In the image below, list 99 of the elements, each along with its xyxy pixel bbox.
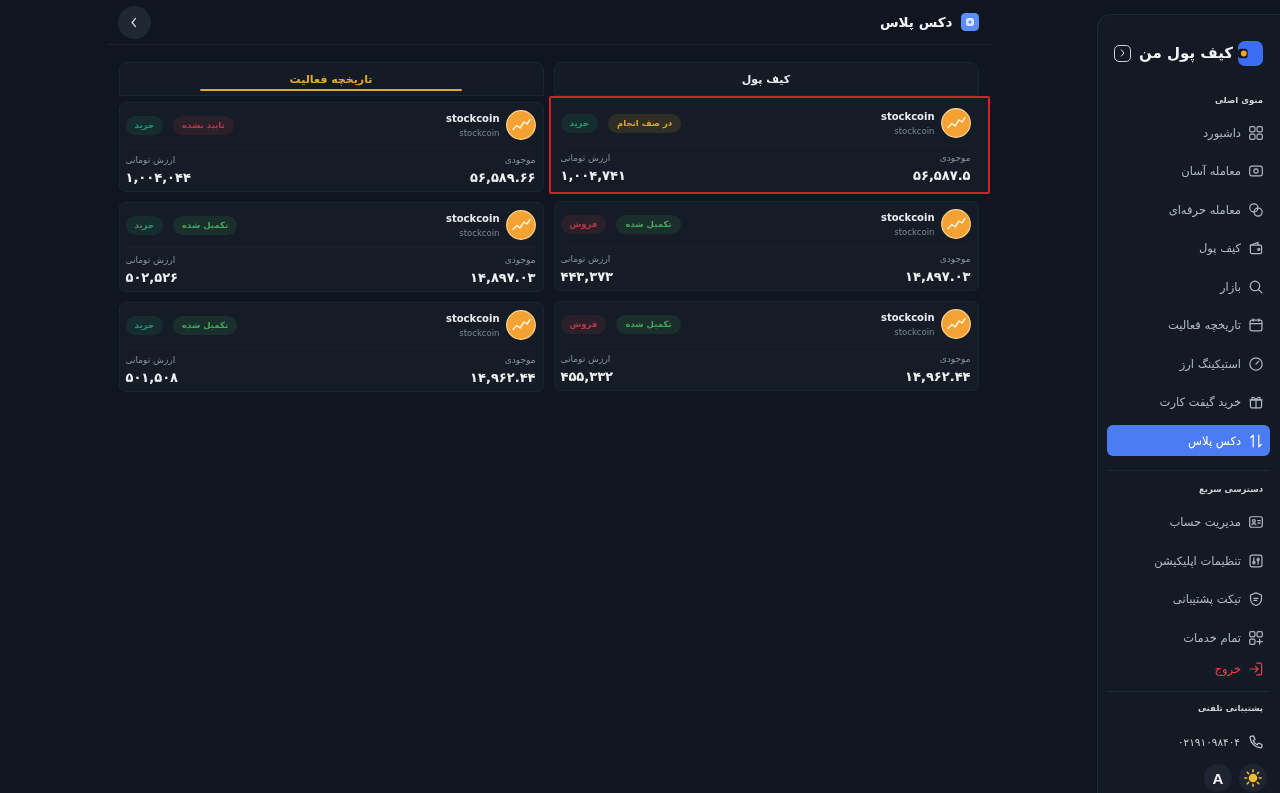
page-title: دکس پلاس xyxy=(880,14,953,30)
balance-value: ۱۴,۸۹۷.۰۳ xyxy=(905,268,971,285)
sliders-icon xyxy=(1249,553,1263,568)
wallet-icon xyxy=(1249,241,1263,255)
balance-value: ۱۴,۹۶۲.۴۴ xyxy=(470,369,536,386)
balance-label: موجودی xyxy=(503,154,536,166)
status-tag: تکمیل شده xyxy=(173,215,238,235)
toman-value: ۴۴۳,۳۷۳ xyxy=(560,268,614,285)
coin-chart-icon xyxy=(505,110,536,140)
chevron-right-icon xyxy=(1120,49,1125,57)
balance-label: موجودی xyxy=(938,353,971,365)
sidebar-toggle-button[interactable] xyxy=(1114,44,1131,62)
side-tag: خرید xyxy=(125,315,163,335)
nav-item[interactable]: استیکینگ ارز xyxy=(1107,348,1270,379)
status-tag: تکمیل شده xyxy=(173,315,238,335)
nav-item[interactable]: تنظیمات اپلیکیشن xyxy=(1107,545,1270,576)
coin-symbol: stockcoin xyxy=(893,326,935,338)
nav-item[interactable]: بازار xyxy=(1107,271,1270,302)
nav-item[interactable]: خرید گیفت کارت xyxy=(1107,386,1270,418)
gift-icon xyxy=(1249,395,1263,409)
sun-icon xyxy=(1244,769,1262,787)
side-tag: فروش xyxy=(560,214,607,234)
phone-icon xyxy=(1249,735,1263,749)
side-tag: خرید xyxy=(560,113,598,133)
id-card-icon xyxy=(1249,515,1263,529)
banknote-icon xyxy=(1249,164,1263,178)
balance-label: موجودی xyxy=(503,354,536,366)
shield-icon xyxy=(1249,592,1263,606)
coin-symbol: stockcoin xyxy=(458,127,500,139)
nav-item[interactable]: تیکت پشتیبانی xyxy=(1107,583,1270,615)
toman-value: ۵۰۲,۵۲۶ xyxy=(125,269,179,286)
chevron-left-icon xyxy=(131,16,137,28)
coin-chart-icon xyxy=(940,309,971,339)
value-label: ارزش تومانی xyxy=(560,253,612,265)
coin-chart-icon xyxy=(940,108,971,138)
side-tag: خرید xyxy=(125,215,163,235)
nav-item[interactable]: تمام خدمات xyxy=(1107,622,1270,653)
coin-symbol: stockcoin xyxy=(458,227,500,239)
section-title: دسترسی سریع xyxy=(1197,483,1264,495)
value-label: ارزش تومانی xyxy=(125,254,177,266)
gauge-icon xyxy=(1249,356,1263,371)
toman-value: ۱,۰۰۴,۰۴۴ xyxy=(125,169,191,186)
logout-icon xyxy=(1249,661,1263,676)
coin-chart-icon xyxy=(505,310,536,340)
status-tag: تکمیل شده xyxy=(616,214,681,234)
nav-item[interactable]: تاریخچه فعالیت xyxy=(1107,309,1270,341)
phone-number: ۰۲۱۹۱۰۹۸۴۰۴ xyxy=(1177,736,1240,748)
toman-value: ۵۰۱,۵۰۸ xyxy=(125,369,179,386)
coin-symbol: stockcoin xyxy=(893,226,935,238)
tab[interactable]: تاریخچه فعالیت xyxy=(118,62,544,96)
nav-item[interactable]: کیف پول xyxy=(1107,232,1270,264)
coin-name: stockcoin xyxy=(880,310,935,324)
coin-name: stockcoin xyxy=(445,311,500,325)
coin-name: stockcoin xyxy=(880,210,935,224)
balance-label: موجودی xyxy=(503,254,536,266)
coin-name: stockcoin xyxy=(880,109,935,123)
value-label: ارزش تومانی xyxy=(125,154,177,166)
status-tag: در صف انجام xyxy=(608,113,682,133)
value-label: ارزش تومانی xyxy=(560,152,612,164)
font-size-button[interactable]: A xyxy=(1204,764,1232,792)
balance-value: ۵۶,۵۸۹.۶۶ xyxy=(470,169,536,186)
balance-label: موجودی xyxy=(938,152,971,164)
status-tag: تکمیل شده xyxy=(616,314,681,334)
section-title: پشتیبانی تلفنی xyxy=(1196,703,1264,714)
toman-value: ۴۵۵,۳۳۲ xyxy=(560,368,614,385)
toman-value: ۱,۰۰۴,۷۴۱ xyxy=(560,167,626,184)
coins-icon xyxy=(1249,202,1263,217)
balance-label: موجودی xyxy=(938,253,971,265)
coin-chart-icon xyxy=(505,210,536,240)
section-title: منوی اصلی xyxy=(1214,95,1264,106)
coin-symbol: stockcoin xyxy=(893,125,935,137)
nav-item[interactable]: مدیریت حساب xyxy=(1107,506,1270,538)
nav-item[interactable]: معامله آسان xyxy=(1107,155,1270,187)
coin-name: stockcoin xyxy=(445,211,500,225)
coin-symbol: stockcoin xyxy=(458,327,500,339)
nav-item[interactable]: داشبورد xyxy=(1107,117,1270,148)
coin-chart-icon xyxy=(940,209,971,239)
side-tag: خرید xyxy=(125,115,163,135)
grid-icon xyxy=(1249,125,1263,140)
status-tag: تایید نشده xyxy=(173,115,234,135)
calendar-icon xyxy=(1249,318,1263,332)
theme-toggle-button[interactable] xyxy=(1239,764,1267,792)
tab[interactable]: کیف پول xyxy=(553,62,979,96)
logo-text: کیف پول من xyxy=(1139,44,1233,62)
logo-icon xyxy=(1238,40,1263,66)
logout-item[interactable]: خروج xyxy=(1107,656,1270,681)
balance-value: ۱۴,۸۹۷.۰۳ xyxy=(470,269,536,286)
grid-plus-icon xyxy=(1249,630,1263,645)
value-label: ارزش تومانی xyxy=(125,354,177,366)
tile-icon xyxy=(960,13,979,31)
balance-value: ۵۶,۵۸۷.۵ xyxy=(913,167,971,184)
arrows-icon xyxy=(1249,433,1263,448)
balance-value: ۱۴,۹۶۲.۴۴ xyxy=(905,368,971,385)
value-label: ارزش تومانی xyxy=(560,353,612,365)
magnifier-icon xyxy=(1249,279,1263,294)
nav-item[interactable]: معامله حرفه‌ای xyxy=(1107,194,1270,225)
coin-name: stockcoin xyxy=(445,111,500,125)
side-tag: فروش xyxy=(560,314,607,334)
nav-item[interactable]: دکس پلاس xyxy=(1107,425,1270,456)
